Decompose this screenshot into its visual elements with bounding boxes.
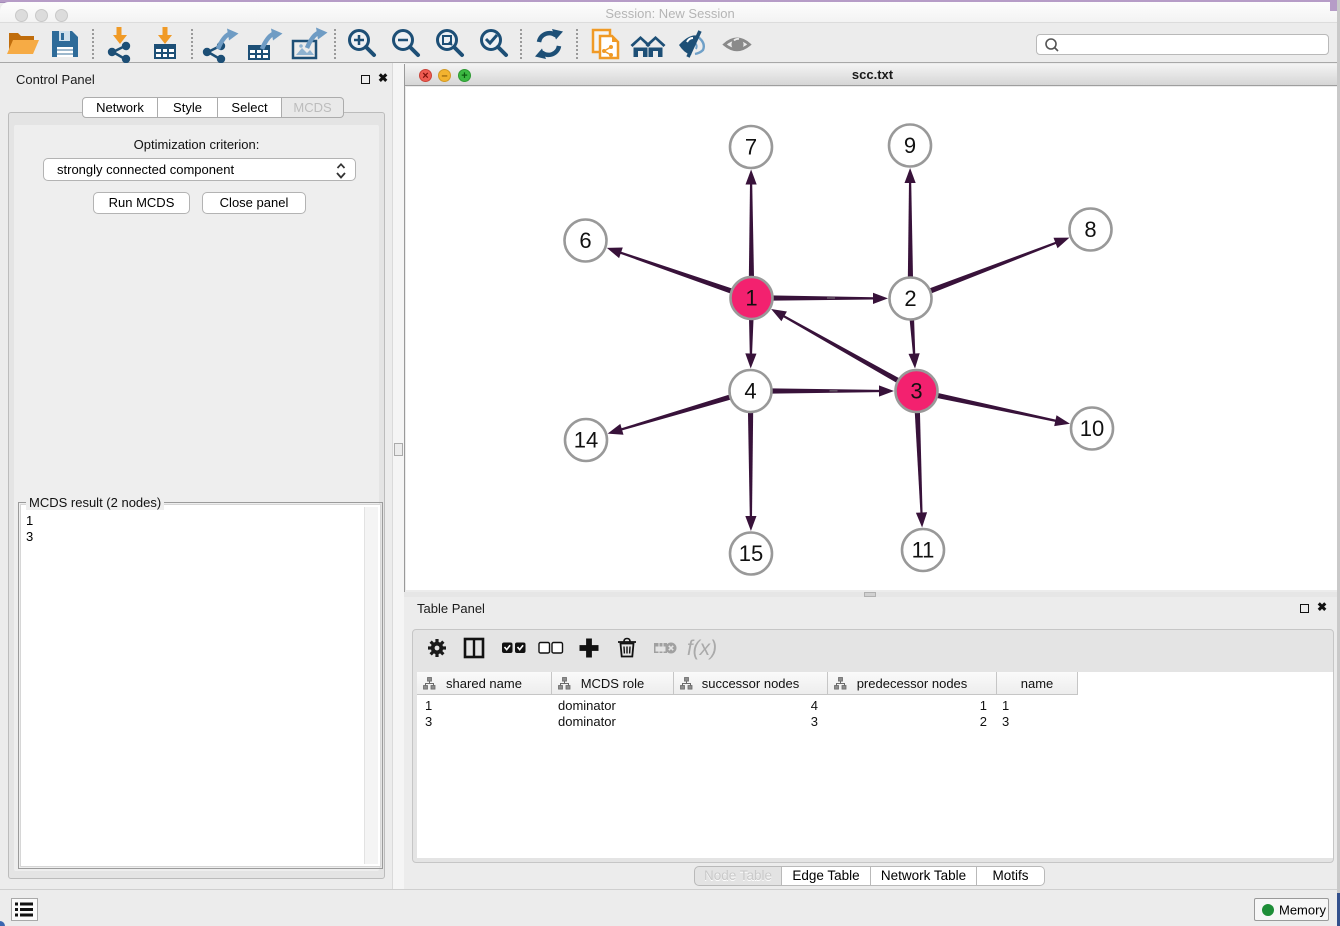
svg-text:15: 15 [739, 541, 763, 566]
svg-text:f(x): f(x) [687, 637, 717, 660]
svg-text:6: 6 [579, 228, 591, 253]
svg-text:Memory: Memory [1279, 903, 1326, 918]
svg-text:10: 10 [1080, 416, 1104, 441]
svg-text:14: 14 [574, 428, 598, 453]
svg-text:11: 11 [912, 538, 935, 563]
svg-text:8: 8 [1084, 217, 1096, 242]
svg-text:9: 9 [904, 133, 916, 158]
svg-text:3: 3 [910, 379, 922, 404]
svg-text:2: 2 [904, 286, 916, 311]
svg-text:1: 1 [745, 286, 757, 311]
svg-text:7: 7 [745, 135, 757, 160]
svg-text:4: 4 [744, 379, 756, 404]
